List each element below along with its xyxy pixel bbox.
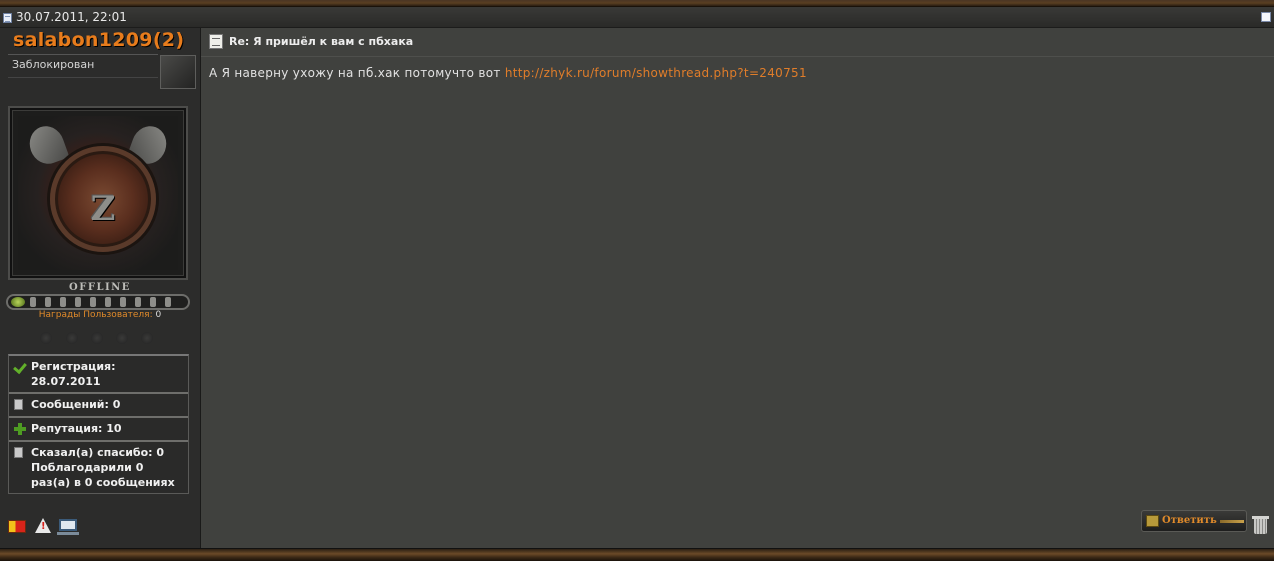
stat-reputation-text: Репутация: 10 (31, 422, 122, 435)
reply-button-label: Ответить (1162, 515, 1217, 526)
axe-icon (24, 121, 70, 169)
bottom-frame (0, 548, 1274, 561)
emblem-ring: Z (50, 146, 156, 252)
reputation-notch (60, 297, 66, 307)
document-icon (3, 13, 12, 23)
reputation-notch (45, 297, 51, 307)
user-awards: Награды Пользователя: 0 (0, 310, 200, 320)
award-slot (91, 332, 103, 344)
corner-ornament (160, 55, 196, 89)
stat-registration: Регистрация: 28.07.2011 (9, 356, 188, 394)
post-header: 30.07.2011, 22:01 (0, 7, 1274, 28)
document-icon (209, 34, 223, 49)
document-icon (14, 399, 23, 410)
post-link[interactable]: http://zhyk.ru/forum/showthread.php?t=24… (505, 66, 807, 80)
yellow-red-card-icon[interactable] (8, 520, 26, 533)
stat-thanks-text: Сказал(а) спасибо: 0 Поблагодарили 0 раз… (31, 446, 175, 489)
post-title-row: Re: Я пришёл к вам с пбхака (201, 28, 1274, 57)
username[interactable]: salabon1209(2) (13, 29, 184, 51)
post-title: Re: Я пришёл к вам с пбхака (229, 35, 414, 48)
awards-label: Награды Пользователя: (38, 310, 153, 320)
check-icon (14, 361, 26, 373)
reputation-notch (75, 297, 81, 307)
avatar-image: Z (18, 116, 178, 270)
document-icon (14, 447, 23, 458)
award-slot (66, 332, 78, 344)
award-slot (40, 332, 52, 344)
status-label: OFFLINE (69, 282, 131, 293)
post-message-text: А Я наверну ухожу на пб.хак потомучто во… (209, 66, 505, 80)
stat-registration-text: Регистрация: 28.07.2011 (31, 360, 116, 388)
warning-icon[interactable] (35, 518, 51, 533)
sword-ornament (1220, 520, 1244, 523)
post-date: 30.07.2011, 22:01 (16, 10, 127, 24)
stat-messages: Сообщений: 0 (9, 394, 188, 418)
stat-messages-text: Сообщений: 0 (31, 398, 121, 411)
reputation-gem-icon (11, 297, 25, 307)
award-slot (116, 332, 128, 344)
reputation-notch (120, 297, 126, 307)
reputation-notch (105, 297, 111, 307)
reputation-notch (150, 297, 156, 307)
avatar[interactable]: Z (8, 106, 188, 280)
stat-thanks: Сказал(а) спасибо: 0 Поблагодарили 0 раз… (9, 442, 188, 493)
reputation-notch (165, 297, 171, 307)
computer-icon[interactable] (57, 519, 79, 535)
trash-icon[interactable] (1252, 516, 1269, 534)
post-content: Re: Я пришёл к вам с пбхака А Я наверну … (201, 28, 1274, 548)
reputation-notch (135, 297, 141, 307)
reputation-notch (30, 297, 36, 307)
reputation-bar (6, 294, 190, 310)
plus-icon (14, 423, 26, 435)
user-panel: salabon1209(2) Заблокирован Z OFFLINE На… (0, 28, 201, 548)
stat-reputation: Репутация: 10 (9, 418, 188, 442)
top-frame (0, 0, 1274, 7)
reply-button[interactable]: Ответить (1141, 510, 1247, 532)
award-slots (40, 332, 160, 344)
post-message: А Я наверну ухожу на пб.хак потомучто во… (209, 66, 807, 80)
award-slot (141, 332, 153, 344)
user-title: Заблокирован (12, 58, 95, 71)
awards-count: 0 (155, 310, 162, 320)
reputation-notch (90, 297, 96, 307)
user-stats: Регистрация: 28.07.2011 Сообщений: 0 Реп… (8, 354, 189, 494)
select-post-checkbox-icon[interactable] (1261, 12, 1271, 22)
reply-icon (1146, 515, 1159, 527)
avatar-letter: Z (90, 189, 116, 229)
